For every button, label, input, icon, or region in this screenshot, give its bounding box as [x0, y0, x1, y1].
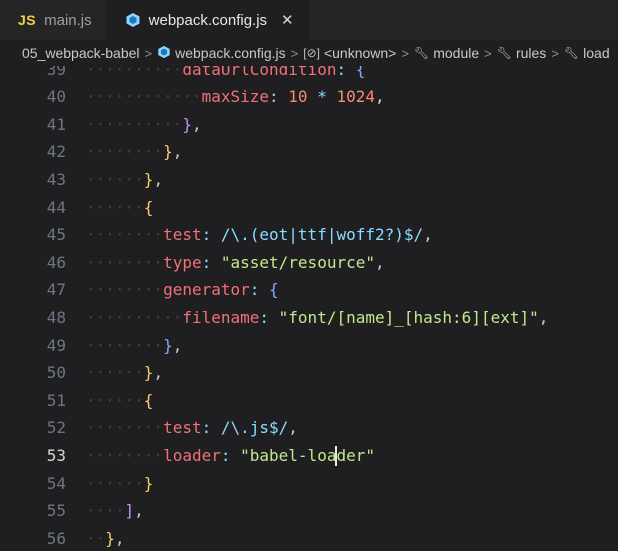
code-text: ··}, — [86, 528, 125, 548]
breadcrumb-folder[interactable]: 05_webpack-babel — [22, 45, 140, 61]
breadcrumb-symbol[interactable]: [⊘] <unknown> — [303, 45, 396, 61]
code-line[interactable]: 54 ······} — [0, 470, 618, 498]
code-text: ············maxSize: 10 * 1024, — [86, 87, 385, 107]
line-number: 41 — [46, 114, 66, 134]
code-line[interactable]: 52 ········test: /\.js$/, — [0, 414, 618, 442]
breadcrumb-label: <unknown> — [323, 45, 397, 61]
breadcrumb-label: module — [433, 45, 480, 61]
chevron-right-icon: > — [484, 45, 492, 61]
code-text: ··········filename: "font/[name]_[hash:6… — [86, 307, 549, 327]
line-number: 51 — [46, 390, 66, 410]
tab-bar: JS main.js webpack.config.js ✕ — [0, 0, 618, 40]
chevron-right-icon: > — [401, 45, 409, 61]
tab-bar-empty — [308, 0, 618, 40]
line-number: 48 — [46, 307, 66, 327]
code-text: ········loader: "babel-loader" — [86, 445, 375, 467]
code-text: ········test: /\.js$/, — [86, 418, 298, 438]
breadcrumb-label: rules — [515, 45, 547, 61]
code-line[interactable]: 39 ··········dataUrlCondition: { — [0, 66, 618, 83]
line-number: 44 — [46, 197, 66, 217]
line-number: 50 — [46, 363, 66, 383]
line-number: 47 — [46, 280, 66, 300]
code-text: ····], — [86, 501, 144, 521]
tab-webpack-config[interactable]: webpack.config.js ✕ — [106, 0, 309, 40]
wrench-icon: 🔧︎ — [496, 46, 512, 60]
line-number: 53 — [46, 445, 66, 465]
line-number: 45 — [46, 225, 66, 245]
code-line[interactable]: 44 ······{ — [0, 194, 618, 222]
code-line[interactable]: 47 ········generator: { — [0, 276, 618, 304]
breadcrumb: 05_webpack-babel > webpack.config.js > [… — [0, 40, 618, 66]
breadcrumb-loader[interactable]: 🔧︎ load — [564, 45, 610, 61]
code-text: ········}, — [86, 142, 183, 162]
line-number: 42 — [46, 142, 66, 162]
code-line[interactable]: 56 ··}, — [0, 525, 618, 551]
close-icon[interactable]: ✕ — [281, 11, 294, 29]
wrench-icon: 🔧︎ — [563, 46, 580, 60]
code-text: ········generator: { — [86, 280, 279, 300]
code-text: ··········dataUrlCondition: { — [86, 66, 366, 79]
line-number: 52 — [46, 418, 66, 438]
tab-label: main.js — [44, 11, 92, 29]
code-line[interactable]: 53 ········loader: "babel-loader" — [0, 442, 618, 470]
code-line[interactable]: 49 ········}, — [0, 332, 618, 360]
code-line[interactable]: 55 ····], — [0, 497, 618, 525]
code-text: ······{ — [86, 390, 154, 410]
line-number: 46 — [46, 252, 66, 272]
line-number: 55 — [46, 501, 66, 521]
webpack-icon — [157, 45, 171, 62]
code-line[interactable]: 42 ········}, — [0, 138, 618, 166]
code-text: ······}, — [86, 363, 164, 383]
code-editor[interactable]: 39 ··········dataUrlCondition: { 40 ·······… — [0, 66, 618, 551]
code-text: ······} — [86, 473, 154, 493]
code-text: ········}, — [86, 335, 183, 355]
line-number: 39 — [46, 66, 66, 79]
chevron-right-icon: > — [144, 45, 153, 61]
line-number: 49 — [46, 335, 66, 355]
breadcrumb-label: 05_webpack-babel — [22, 45, 140, 61]
code-line[interactable]: 46 ········type: "asset/resource", — [0, 249, 618, 277]
code-line[interactable]: 48 ··········filename: "font/[name]_[hash… — [0, 304, 618, 332]
breadcrumb-label: load — [583, 45, 610, 61]
tab-main-js[interactable]: JS main.js — [0, 0, 107, 40]
js-file-icon: JS — [18, 12, 37, 28]
symbol-icon: [⊘] — [303, 46, 320, 60]
tab-label: webpack.config.js — [148, 11, 268, 29]
chevron-right-icon: > — [290, 45, 299, 61]
code-text: ······}, — [86, 169, 164, 189]
code-line[interactable]: 45 ········test: /\.(eot|ttf|woff2?)$/, — [0, 221, 618, 249]
code-line[interactable]: 51 ······{ — [0, 387, 618, 415]
code-text: ········type: "asset/resource", — [86, 252, 385, 272]
line-number: 54 — [46, 473, 66, 493]
line-number: 56 — [46, 528, 66, 548]
breadcrumb-rules[interactable]: 🔧︎ rules — [497, 45, 547, 61]
code-text: ··········}, — [86, 114, 202, 134]
code-text: ········test: /\.(eot|ttf|woff2?)$/, — [86, 225, 433, 245]
code-text: ······{ — [86, 197, 154, 217]
breadcrumb-file[interactable]: webpack.config.js — [157, 45, 286, 62]
chevron-right-icon: > — [551, 45, 559, 61]
wrench-icon: 🔧︎ — [413, 46, 430, 60]
code-line[interactable]: 50 ······}, — [0, 359, 618, 387]
line-number: 43 — [46, 169, 66, 189]
breadcrumb-label: webpack.config.js — [175, 45, 286, 61]
code-line[interactable]: 40 ············maxSize: 10 * 1024, — [0, 83, 618, 111]
line-number: 40 — [46, 87, 66, 107]
code-line[interactable]: 41 ··········}, — [0, 111, 618, 139]
breadcrumb-module[interactable]: 🔧︎ module — [414, 45, 479, 61]
webpack-icon — [125, 12, 141, 28]
code-line[interactable]: 43 ······}, — [0, 166, 618, 194]
